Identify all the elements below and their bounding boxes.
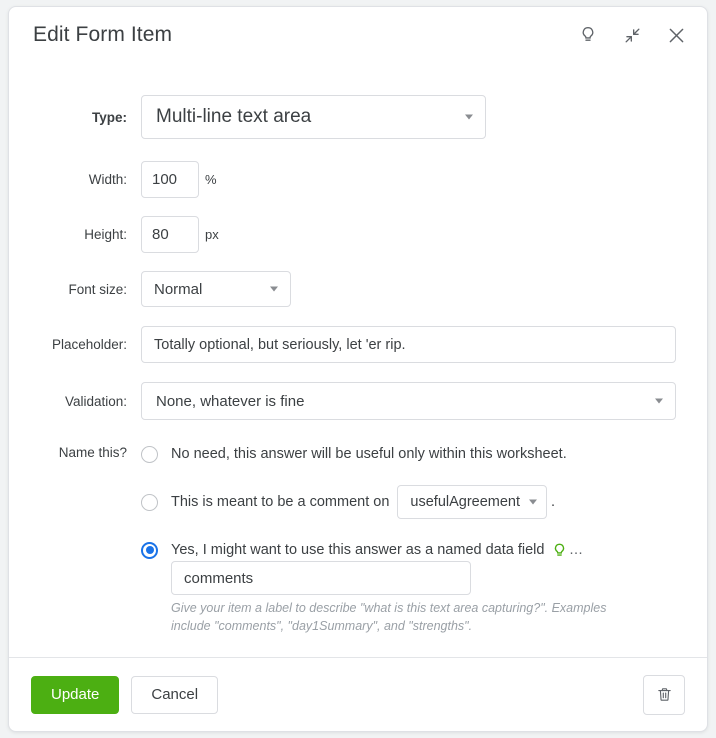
placeholder-input[interactable] [141,326,676,363]
row-font-size: Font size: Normal [31,271,685,307]
validation-label: Validation: [64,393,127,409]
height-label: Height: [84,227,127,242]
font-size-select-value: Normal [154,280,203,298]
radio-option-named-field[interactable]: Yes, I might want to use this answer as … [141,539,685,561]
type-select-value: Multi-line text area [156,106,312,127]
radio-button-no-need[interactable] [141,445,158,463]
trash-icon[interactable] [643,674,685,715]
radio-option-comment-on[interactable]: This is meant to be a comment on usefulA… [141,485,685,519]
comment-target-value: usefulAgreement [410,494,521,510]
update-button[interactable]: Update [31,675,120,714]
height-field: px [141,216,685,253]
chevron-down-icon [529,499,538,505]
placeholder-label: Placeholder: [51,337,127,352]
validation-select[interactable]: None, whatever is fine [141,382,676,420]
comment-trailing-period: . [551,494,556,510]
comment-target-select[interactable]: usefulAgreement [397,485,548,519]
width-field: % [141,161,685,198]
row-height: Height: px [31,216,685,253]
row-placeholder: Placeholder: [31,326,685,363]
edit-form-item-modal: Edit Form Item Type: Multi-line text are… [8,6,708,732]
radio-label-no-need: No need, this answer will be useful only… [171,446,567,462]
modal-footer: Update Cancel [9,657,707,731]
font-size-field: Normal [141,271,685,307]
lightbulb-icon[interactable] [575,22,601,48]
chevron-down-icon [270,286,278,292]
radio-option-no-need[interactable]: No need, this answer will be useful only… [141,443,685,465]
lightbulb-icon-green[interactable] [551,542,568,559]
name-this-radio-group: No need, this answer will be useful only… [141,442,685,636]
header-icon-group [575,22,689,48]
row-width: Width: % [31,161,685,198]
modal-header: Edit Form Item [9,7,707,63]
width-label: Width: [88,172,127,187]
row-type: Type: Multi-line text area [31,95,685,139]
radio-label-comment-on: This is meant to be a comment on [171,494,390,510]
width-input[interactable] [141,161,199,198]
width-unit: % [205,172,217,187]
field-name-input[interactable] [171,561,471,595]
name-this-label: Name this? [58,445,127,460]
height-unit: px [205,227,219,242]
type-label: Type: [91,109,127,125]
type-select[interactable]: Multi-line text area [141,95,486,139]
cancel-button[interactable]: Cancel [131,675,219,714]
chevron-down-icon [655,398,663,404]
field-name-help-text: Give your item a label to describe "what… [171,601,607,633]
row-validation: Validation: None, whatever is fine [31,382,685,420]
font-size-select[interactable]: Normal [141,271,291,307]
radio-button-comment-on[interactable] [141,493,158,511]
placeholder-field [141,326,685,363]
validation-field: None, whatever is fine [141,382,685,420]
shrink-icon[interactable] [619,22,645,48]
row-name-this: Name this? No need, this answer will be … [31,442,685,636]
radio-label-named-field: Yes, I might want to use this answer as … [171,542,545,558]
chevron-down-icon [465,114,473,120]
validation-select-value: None, whatever is fine [156,392,305,410]
modal-body: Type: Multi-line text area Width: % Heig… [9,63,707,657]
hint-ellipsis[interactable]: ... [569,542,583,558]
page-title: Edit Form Item [33,23,173,46]
type-field: Multi-line text area [141,95,685,139]
font-size-label: Font size: [68,281,127,297]
close-icon[interactable] [663,22,689,48]
height-input[interactable] [141,216,199,253]
named-field-block: Give your item a label to describe "what… [171,561,685,636]
radio-button-named-field[interactable] [141,541,158,559]
